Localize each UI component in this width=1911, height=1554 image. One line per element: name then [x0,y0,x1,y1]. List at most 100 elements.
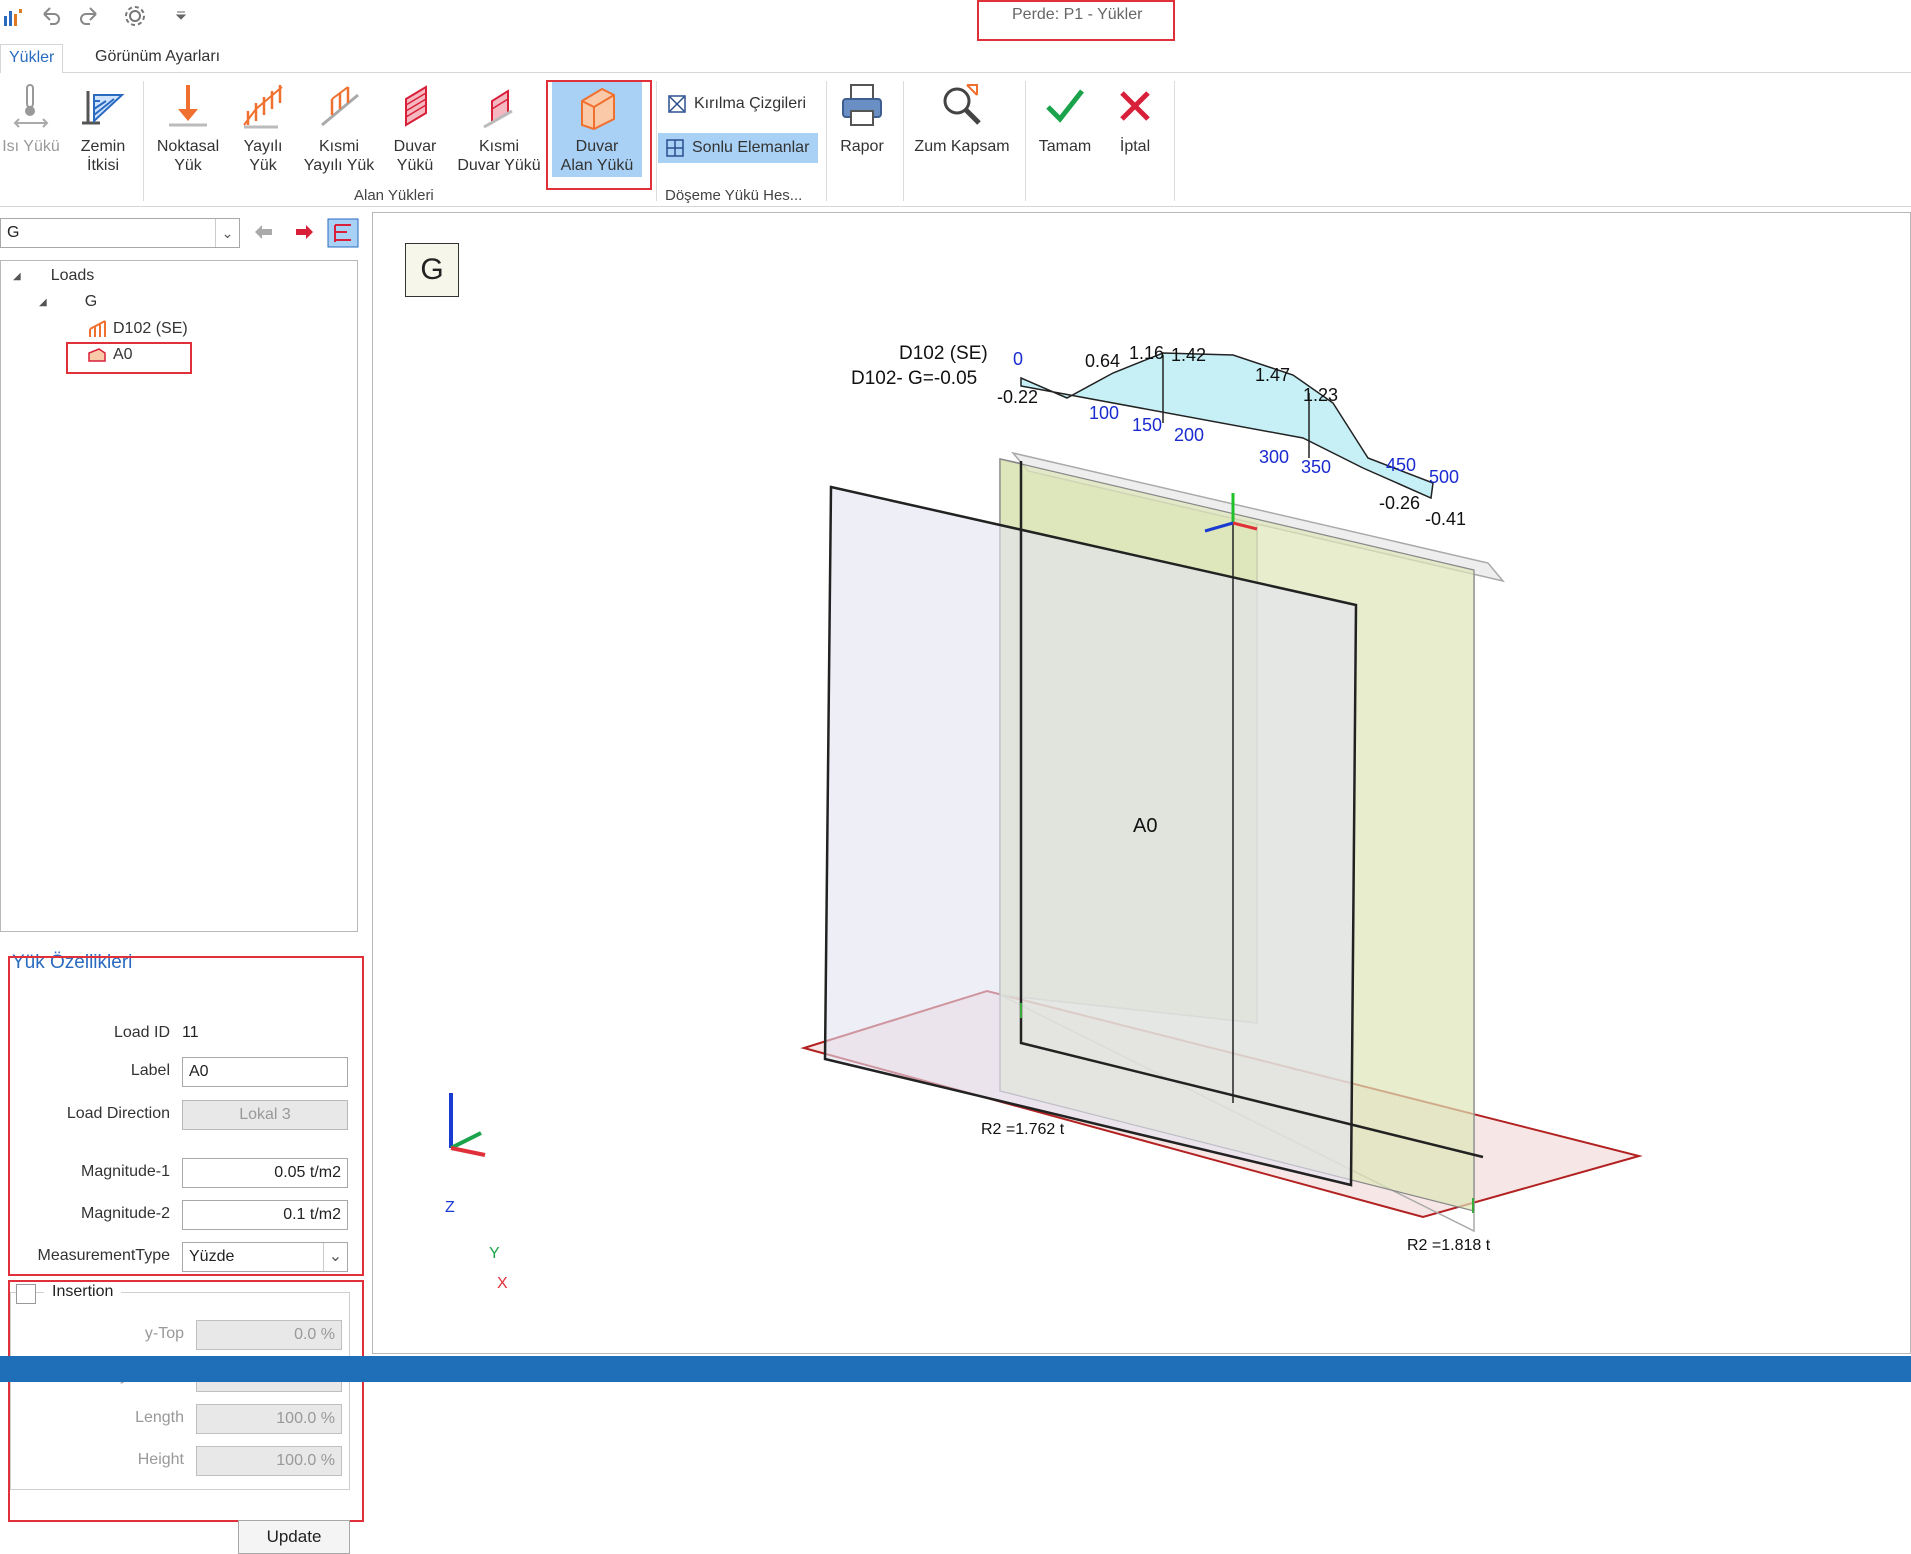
zum-kapsam-button[interactable]: Zum Kapsam [912,81,1012,156]
moment-value: 1.42 [1171,345,1207,365]
soil-pressure-icon [82,91,125,125]
chevron-down-icon: ⌄ [215,219,239,247]
yayili-yuk-label-2: Yük [249,157,277,174]
load-direction-button[interactable]: Lokal 3 [182,1100,348,1130]
viewport[interactable]: G D102 (SE) D102- G=-0.05 0 0.64 1.16 1.… [372,212,1911,1354]
left-panel: G ⌄ ◢ Loads ◢ G D102 (SE) A0 Yük Özellik… [0,214,366,1554]
tree-item-d102[interactable]: D102 (SE) [87,319,188,339]
area-load-a0 [823,485,1358,1187]
close-icon [1120,91,1150,121]
moment-value: -0.41 [1425,509,1467,529]
ribbon: Isı Yükü Zemin İtkisi Noktasal Yük Yayıl… [0,73,1911,207]
kismi-duvar-yuku-label-2: Duvar Yükü [457,157,541,174]
reaction-right-label: R2 =1.818 t [1407,1237,1491,1254]
wall-area-load-icon [581,87,615,131]
moment-value: -0.22 [997,387,1039,407]
moment-value: 1.47 [1255,365,1291,385]
measurement-type-label: MeasurementType [37,1247,170,1264]
tree-node-loads[interactable]: ◢ Loads [13,267,94,285]
undo-icon[interactable] [38,4,62,28]
height-field[interactable]: 100.0 % [196,1446,342,1476]
collapse-icon[interactable]: ◢ [39,297,47,308]
axis-y-label: Y [489,1245,500,1262]
tamam-button[interactable]: Tamam [1034,81,1096,156]
properties-title: Yük Özellikleri [12,952,133,973]
beam-label: D102 (SE) [899,343,988,364]
measurement-type-select[interactable]: Yüzde ⌄ [182,1242,348,1272]
app-icon [4,9,22,26]
tab-gorunum-ayarlari[interactable]: Görünüm Ayarları [87,48,228,73]
moment-value: -0.26 [1379,493,1421,513]
insertion-checkbox[interactable] [16,1284,36,1304]
point-load-icon [169,85,207,127]
loadcase-select[interactable]: G ⌄ [0,218,240,248]
kirilma-cizgileri-button[interactable]: Kırılma Çizgileri [660,89,814,119]
yayili-yuk-button[interactable]: Yayılı Yük [232,81,294,175]
rapor-button[interactable]: Rapor [834,81,890,156]
zemin-itkisi-button[interactable]: Zemin İtkisi [70,81,136,175]
wall-load-icon [405,85,427,127]
label-field[interactable]: A0 [182,1057,348,1087]
title-bar: Perde: P1 - Yükler [0,0,1911,41]
station-label: 100 [1089,403,1120,423]
arrow-right-icon[interactable] [292,222,316,242]
status-bar [0,1356,1911,1382]
loadcase-select-value: G [7,224,20,241]
partial-distributed-load-icon [321,86,359,127]
kismi-yayili-yuk-label-2: Yayılı Yük [303,157,375,174]
kismi-yayili-yuk-button[interactable]: Kısmi Yayılı Yük [302,81,376,175]
beam-load-label: D102- G=-0.05 [851,368,978,389]
moment-value: 0.64 [1085,351,1121,371]
station-label: 200 [1174,425,1205,445]
station-label: 350 [1301,457,1332,477]
iptal-button[interactable]: İptal [1106,81,1164,156]
kismi-duvar-yuku-button[interactable]: Kısmi Duvar Yükü [454,81,544,175]
magnitude-1-field[interactable]: 0.05 t/m2 [182,1158,348,1188]
sonlu-elemanlar-button[interactable]: Sonlu Elemanlar [658,133,818,163]
noktasal-yuk-label-1: Noktasal [156,138,220,155]
ribbon-separator [656,81,657,201]
tree-node-g[interactable]: ◢ G [39,293,97,311]
duvar-alan-yuku-button[interactable]: Duvar Alan Yükü [552,81,642,177]
area-label: A0 [1133,815,1158,837]
update-button[interactable]: Update [238,1520,350,1554]
load-id-label: Load ID [113,1024,170,1041]
noktasal-yuk-button[interactable]: Noktasal Yük [152,81,224,175]
isi-yuku-button[interactable]: Isı Yükü [0,81,62,156]
quick-access-dropdown-icon[interactable] [174,8,188,22]
tree-view-icon[interactable] [327,218,359,248]
wall-area-load-icon [88,348,106,362]
station-label: 150 [1132,415,1163,435]
axis-z-label: Z [445,1199,455,1216]
zemin-itkisi-label-2: İtkisi [87,157,119,174]
model-view [449,352,1643,1233]
tree-d102-label: D102 (SE) [113,320,188,337]
duvar-yuku-label-1: Duvar [393,138,437,155]
distributed-load-icon [243,85,283,129]
y-top-field[interactable]: 0.0 % [196,1320,342,1350]
kismi-duvar-yuku-label-1: Kısmi [479,138,519,155]
tree-loads-label: Loads [50,267,95,284]
load-id-value: 11 [182,1024,199,1041]
ribbon-separator [903,81,904,201]
gear-icon[interactable] [122,3,148,29]
collapse-icon[interactable]: ◢ [13,271,21,282]
length-field[interactable]: 100.0 % [196,1404,342,1434]
arrow-left-icon[interactable] [252,222,276,242]
tab-yukler[interactable]: Yükler [0,44,64,74]
yayili-yuk-label-1: Yayılı [243,138,283,155]
length-label: Length [135,1409,184,1426]
magnitude-2-field[interactable]: 0.1 t/m2 [182,1200,348,1230]
load-direction-label: Load Direction [66,1105,170,1122]
kirilma-cizgileri-label: Kırılma Çizgileri [694,95,807,112]
tree-g-label: G [84,293,98,310]
sonlu-elemanlar-label: Sonlu Elemanlar [692,139,810,156]
zemin-itkisi-label-1: Zemin [80,138,126,155]
window-title: Perde: P1 - Yükler [1012,6,1143,23]
tree-item-a0[interactable]: A0 [87,345,133,365]
redo-icon[interactable] [78,4,102,28]
ribbon-tabs: Yükler Görünüm Ayarları [0,36,1911,74]
ribbon-separator [826,81,827,201]
tamam-label: Tamam [1038,138,1092,155]
duvar-yuku-button[interactable]: Duvar Yükü [384,81,446,175]
